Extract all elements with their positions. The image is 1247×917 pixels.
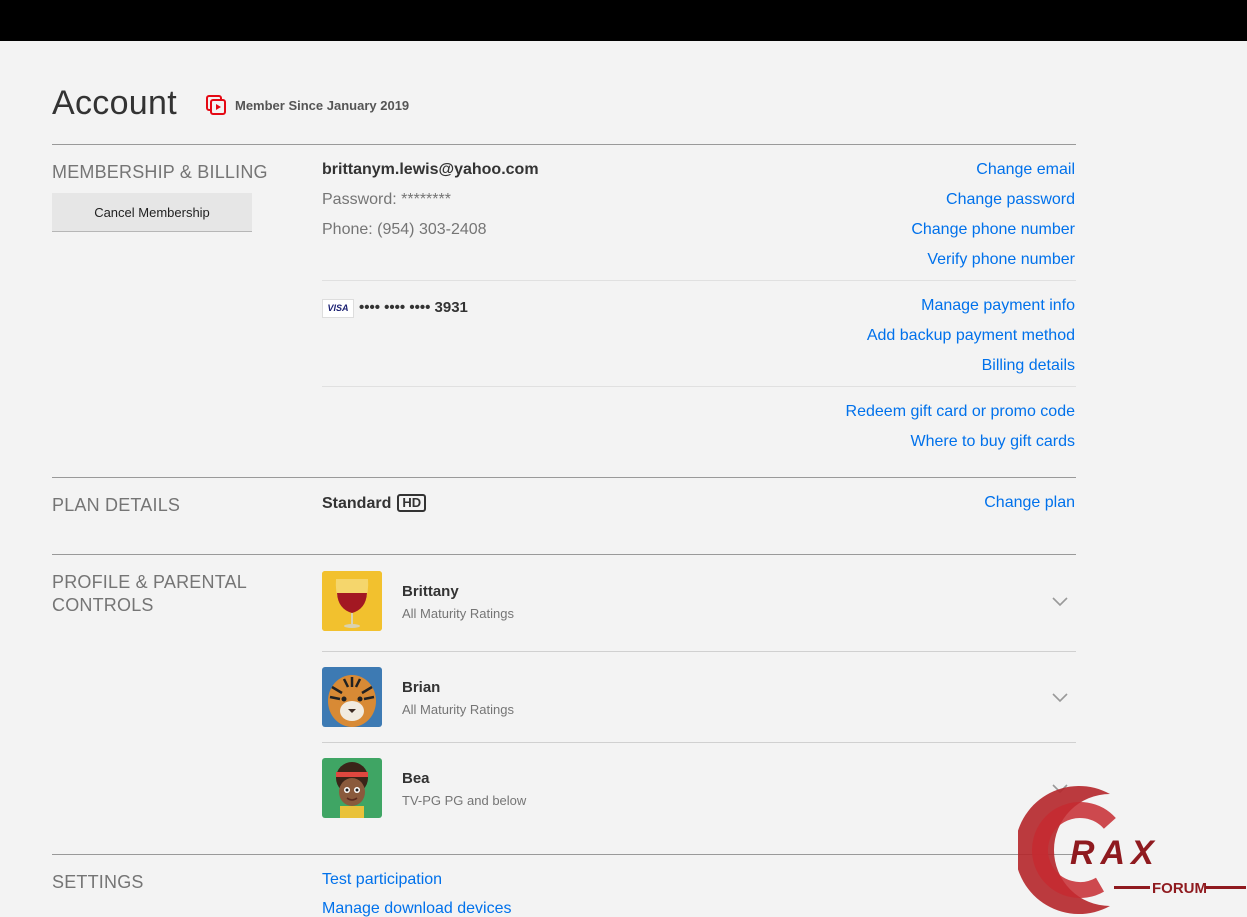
cancel-membership-button[interactable]: Cancel Membership xyxy=(52,193,252,231)
change-phone-link[interactable]: Change phone number xyxy=(911,221,1075,239)
test-participation-link[interactable]: Test participation xyxy=(322,871,442,889)
manage-payment-link[interactable]: Manage payment info xyxy=(921,297,1075,315)
visa-card-icon: VISA xyxy=(322,299,354,318)
profile-name: Brittany xyxy=(402,583,459,600)
change-email-link[interactable]: Change email xyxy=(976,161,1075,179)
tiger-avatar[interactable] xyxy=(322,667,382,727)
plan-name-text: Standard xyxy=(322,495,392,512)
tiger-icon xyxy=(322,667,382,727)
crax-forum-watermark: RAX FORUM xyxy=(1018,786,1246,914)
change-password-link[interactable]: Change password xyxy=(946,191,1075,209)
profile-rating: TV-PG PG and below xyxy=(402,793,527,808)
profile-rating: All Maturity Ratings xyxy=(402,702,514,717)
hd-badge: HD xyxy=(397,494,427,512)
profile-parental-label-line2: CONTROLS xyxy=(52,595,154,615)
account-password: Password: ******** xyxy=(322,191,451,208)
chevron-down-icon[interactable] xyxy=(1050,691,1070,705)
divider xyxy=(52,477,1076,478)
divider xyxy=(322,280,1076,281)
profile-parental-label: PROFILE & PARENTAL CONTROLS xyxy=(52,571,247,617)
divider xyxy=(322,651,1076,652)
where-to-buy-gift-cards-link[interactable]: Where to buy gift cards xyxy=(910,433,1075,451)
kid-avatar[interactable] xyxy=(322,758,382,818)
settings-label: SETTINGS xyxy=(52,872,144,892)
profile-rating: All Maturity Ratings xyxy=(402,606,514,621)
divider xyxy=(52,554,1076,555)
member-since-text: Member Since January 2019 xyxy=(235,97,410,113)
add-backup-payment-link[interactable]: Add backup payment method xyxy=(867,327,1075,345)
watermark-rax: RAX xyxy=(1070,834,1160,872)
divider xyxy=(52,144,1076,145)
divider xyxy=(52,854,1076,855)
page-title: Account xyxy=(52,84,177,122)
redeem-gift-card-link[interactable]: Redeem gift card or promo code xyxy=(846,403,1075,421)
billing-details-link[interactable]: Billing details xyxy=(982,357,1075,375)
plan-details-label: PLAN DETAILS xyxy=(52,495,181,515)
plan-name: Standard HD xyxy=(322,494,427,513)
card-number: •••• •••• •••• 3931 xyxy=(359,299,468,316)
profile-parental-label-line1: PROFILE & PARENTAL xyxy=(52,572,247,592)
membership-billing-label: MEMBERSHIP & BILLING xyxy=(52,162,268,182)
watermark-forum: FORUM xyxy=(1152,880,1207,897)
divider xyxy=(322,386,1076,387)
account-phone: Phone: (954) 303-2408 xyxy=(322,221,487,238)
profile-name: Bea xyxy=(402,770,430,787)
top-bar xyxy=(0,0,1247,41)
profile-name: Brian xyxy=(402,679,441,696)
change-plan-link[interactable]: Change plan xyxy=(984,494,1075,512)
wine-glass-icon xyxy=(322,571,382,631)
member-since-badge: Member Since January 2019 xyxy=(205,94,409,116)
member-since-icon xyxy=(206,95,226,115)
wine-glass-avatar[interactable] xyxy=(322,571,382,631)
kid-icon xyxy=(322,758,382,818)
chevron-down-icon[interactable] xyxy=(1050,595,1070,609)
account-email: brittanym.lewis@yahoo.com xyxy=(322,161,539,178)
manage-download-devices-link[interactable]: Manage download devices xyxy=(322,900,511,917)
verify-phone-link[interactable]: Verify phone number xyxy=(927,251,1075,269)
divider xyxy=(322,742,1076,743)
